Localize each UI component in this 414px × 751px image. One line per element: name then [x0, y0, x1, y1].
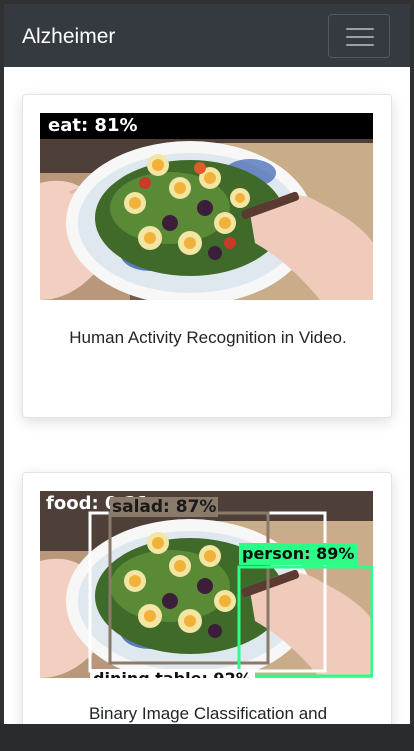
detection-label-person: person: 89% — [239, 543, 358, 565]
image-classification-card[interactable]: food: 0.21 salad: 87% person: 89% dining… — [22, 472, 392, 724]
activity-card-caption: Human Activity Recognition in Video. — [69, 328, 347, 347]
activity-prediction-label: eat: 81% — [40, 113, 373, 139]
detection-label-dining-table: dining table: 92% — [90, 669, 255, 678]
detection-label-salad: salad: 87% — [110, 497, 219, 517]
detection-image-frame[interactable]: food: 0.21 salad: 87% person: 89% dining… — [40, 491, 373, 678]
navbar-brand[interactable]: Alzheimer — [22, 24, 115, 50]
bottom-bar — [0, 724, 414, 751]
object-detection-image — [40, 491, 373, 678]
activity-video-frame[interactable]: eat: 81% — [40, 113, 373, 300]
hamburger-menu-icon — [346, 44, 374, 46]
hamburger-menu-icon — [346, 28, 374, 30]
main-content: eat: 81% Human Activity Recognition in V… — [4, 67, 410, 724]
salad-scene-image — [40, 113, 373, 300]
navbar: Alzheimer — [4, 4, 410, 67]
classification-card-caption: Binary Image Classification and — [88, 704, 328, 723]
navbar-toggle-button[interactable] — [328, 14, 390, 58]
hamburger-menu-icon — [346, 36, 374, 38]
activity-recognition-card[interactable]: eat: 81% Human Activity Recognition in V… — [22, 94, 392, 418]
